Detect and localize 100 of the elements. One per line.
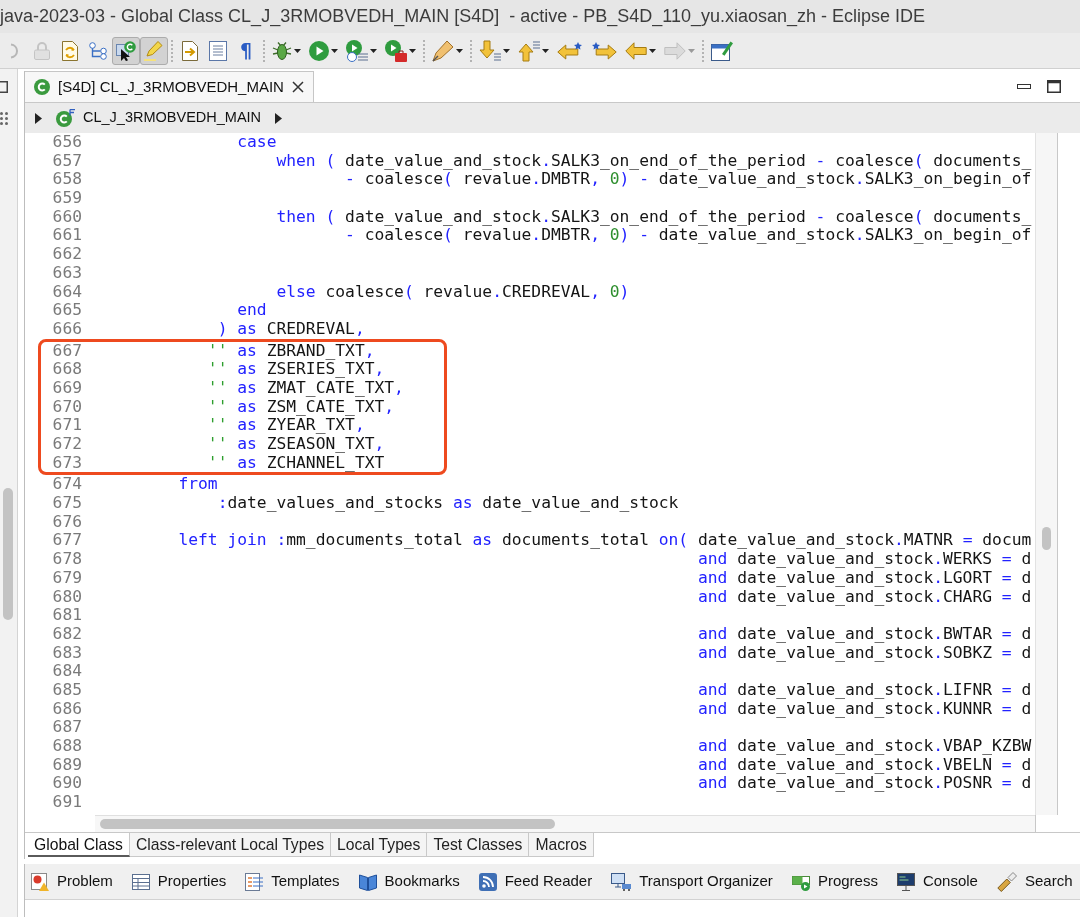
computer-icon	[611, 872, 632, 891]
view-tab[interactable]: Problem	[31, 870, 113, 893]
up-arrow-icon	[518, 39, 540, 62]
marker-icon	[996, 871, 1017, 892]
code-line: - coalesce( revalue.DMBTR, 0) - date_value_and_stock.SALK3_on_begin_of	[345, 226, 1032, 246]
code-line: and date_value_and_stock.SOBKZ = d	[697, 643, 1032, 663]
bug-icon	[272, 41, 292, 60]
line-number: 683	[52, 643, 82, 663]
class-icon	[55, 109, 75, 127]
line-number: 680	[52, 587, 82, 607]
play-toolbox-icon	[385, 39, 407, 62]
line-number: 686	[52, 699, 82, 719]
line-number: 667	[52, 341, 82, 361]
code-line: and date_value_and_stock.CHARG = d	[697, 587, 1032, 607]
line-number: 665	[52, 301, 82, 320]
line-number: 675	[52, 494, 82, 513]
view-tab[interactable]: Console	[896, 870, 978, 893]
page-tab[interactable]: Local Types	[331, 833, 428, 857]
line-number: 687	[52, 718, 82, 737]
scrollbar-thumb[interactable]	[3, 488, 13, 620]
maximize-icon[interactable]	[1047, 80, 1061, 93]
page-tab[interactable]: Macros	[529, 833, 594, 857]
code-line: left join :mm_documents_total as documents_total on( date_value_and_stock.MATNR = docum	[178, 531, 1032, 551]
hierarchy-icon	[89, 41, 107, 60]
arc-icon	[10, 42, 18, 59]
document-icon	[61, 40, 79, 61]
view-tab[interactable]: Feed Reader	[478, 870, 593, 893]
code-line: and date_value_and_stock.VBAP_KZBW	[697, 737, 1032, 756]
line-number: 658	[52, 170, 82, 190]
view-tab[interactable]: Bookmarks	[358, 870, 460, 893]
code-line: and date_value_and_stock.POSNR = d	[697, 774, 1032, 794]
view-tab[interactable]: Search	[996, 870, 1073, 893]
line-number: 659	[52, 189, 82, 208]
window-icon	[0, 81, 8, 93]
down-arrow-icon	[479, 39, 501, 62]
class-icon	[34, 79, 50, 95]
page-tab[interactable]: Test Classes	[427, 833, 530, 857]
code-line: and date_value_and_stock.WERKS = d	[697, 550, 1032, 569]
play-icon	[309, 40, 329, 61]
line-number: 674	[52, 475, 82, 495]
line-number: 690	[52, 774, 82, 794]
line-number: 688	[52, 737, 82, 756]
minimize-icon[interactable]	[1017, 84, 1031, 89]
caret-right-icon[interactable]	[35, 112, 42, 124]
lock-icon	[34, 41, 50, 60]
toolbar-button[interactable]	[112, 36, 140, 65]
page-tab[interactable]: Class-relevant Local Types	[129, 833, 331, 857]
view-tab[interactable]: Progress	[791, 870, 878, 893]
dots-icon	[0, 112, 8, 125]
code-line: and date_value_and_stock.BWTAR = d	[697, 624, 1032, 644]
line-number: 671	[52, 416, 82, 435]
window-pencil-icon	[711, 40, 733, 61]
scrollbar-thumb[interactable]	[1042, 527, 1051, 550]
right-arrow-icon	[664, 41, 686, 60]
view-tab[interactable]: Properties	[131, 870, 227, 893]
pencil-icon	[432, 39, 454, 62]
line-number: 662	[52, 245, 82, 264]
play-list-icon	[346, 39, 368, 62]
code-line: '' as ZYEAR_TXT,	[207, 416, 365, 435]
toolbar-button[interactable]: ¶	[232, 36, 260, 65]
code-line: and date_value_and_stock.VBELN = d	[697, 755, 1032, 775]
code-line: '' as ZSEASON_TXT,	[207, 435, 385, 454]
highlighter-icon	[144, 40, 164, 61]
editor-tab[interactable]: [S4D] CL_J_3RMOBVEDH_MAIN	[25, 71, 314, 102]
code-line: else coalesce( revalue.CREDREVAL, 0)	[276, 282, 630, 302]
breadcrumb-item[interactable]: CL_J_3RMOBVEDH_MAIN	[55, 107, 262, 129]
code-line: when ( date_value_and_stock.SALK3_on_end_of_the_period - coalesce( documents_	[276, 151, 1032, 171]
document-lines-icon	[209, 40, 227, 61]
caret-right-icon[interactable]	[275, 112, 283, 124]
code-line: '' as ZBRAND_TXT,	[207, 341, 375, 361]
error-warning-icon	[31, 872, 49, 891]
page-tab[interactable]: Global Class	[28, 833, 130, 857]
line-number: 676	[52, 512, 82, 532]
code-line: '' as ZCHANNEL_TXT	[207, 453, 385, 473]
line-number: 685	[52, 680, 82, 700]
line-number: 666	[52, 319, 82, 339]
line-number: 661	[52, 226, 82, 246]
line-number: 673	[52, 453, 82, 473]
code-line: '' as ZSERIES_TXT,	[207, 360, 385, 379]
view-tab[interactable]: Templates	[245, 870, 340, 893]
line-number: 656	[52, 133, 82, 152]
line-number: 691	[52, 793, 82, 812]
code-line: - coalesce( revalue.DMBTR, 0) - date_value_and_stock.SALK3_on_begin_of	[345, 170, 1032, 190]
monitor-icon	[896, 872, 915, 891]
code-line: from	[178, 475, 218, 495]
code-line: case	[237, 133, 277, 152]
table-icon	[131, 872, 150, 891]
window-title: java-2023-03 - Global Class CL_J_3RMOBVEDH_MAIN [S4D] - active - PB_S4D_110_yu.xiaosan_zh - Eclipse IDE	[0, 5, 926, 29]
view-tab[interactable]: Transport Organizer	[611, 870, 773, 893]
scrollbar-thumb[interactable]	[100, 819, 555, 829]
left-arrow-star-icon	[557, 41, 583, 60]
rss-icon	[478, 872, 497, 891]
cursor-icon	[116, 40, 136, 61]
right-arrow-star-icon	[591, 41, 617, 60]
code-line: end	[237, 301, 267, 320]
code-line: then ( date_value_and_stock.SALK3_on_end_of_the_period - coalesce( documents_	[276, 207, 1032, 227]
line-number: 663	[52, 263, 82, 283]
code-line: and date_value_and_stock.LGORT = d	[697, 568, 1032, 588]
close-icon[interactable]	[291, 81, 304, 93]
code-line: ) as CREDREVAL,	[217, 319, 365, 339]
